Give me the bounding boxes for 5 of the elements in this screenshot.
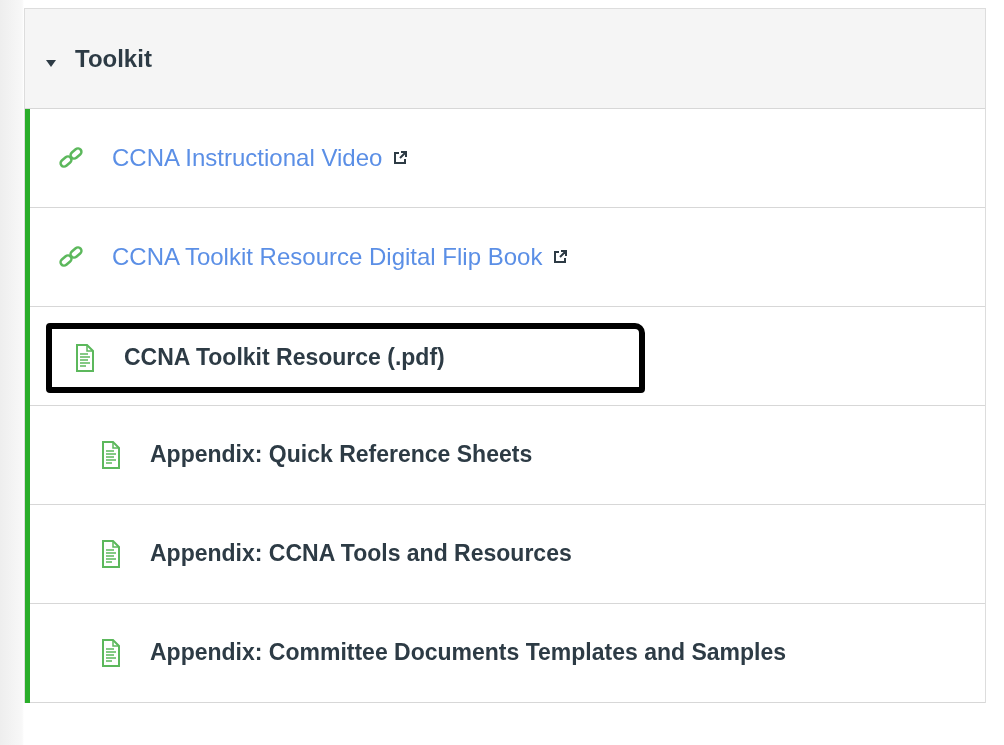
item-title[interactable]: Appendix: CCNA Tools and Resources — [150, 533, 572, 575]
item-title[interactable]: Appendix: Quick Reference Sheets — [150, 434, 533, 476]
item-title[interactable]: Appendix: Committee Documents Templates and Samples — [150, 632, 787, 674]
item-title[interactable]: CCNA Toolkit Resource (.pdf) — [124, 337, 445, 379]
module-title: Toolkit — [75, 43, 152, 74]
